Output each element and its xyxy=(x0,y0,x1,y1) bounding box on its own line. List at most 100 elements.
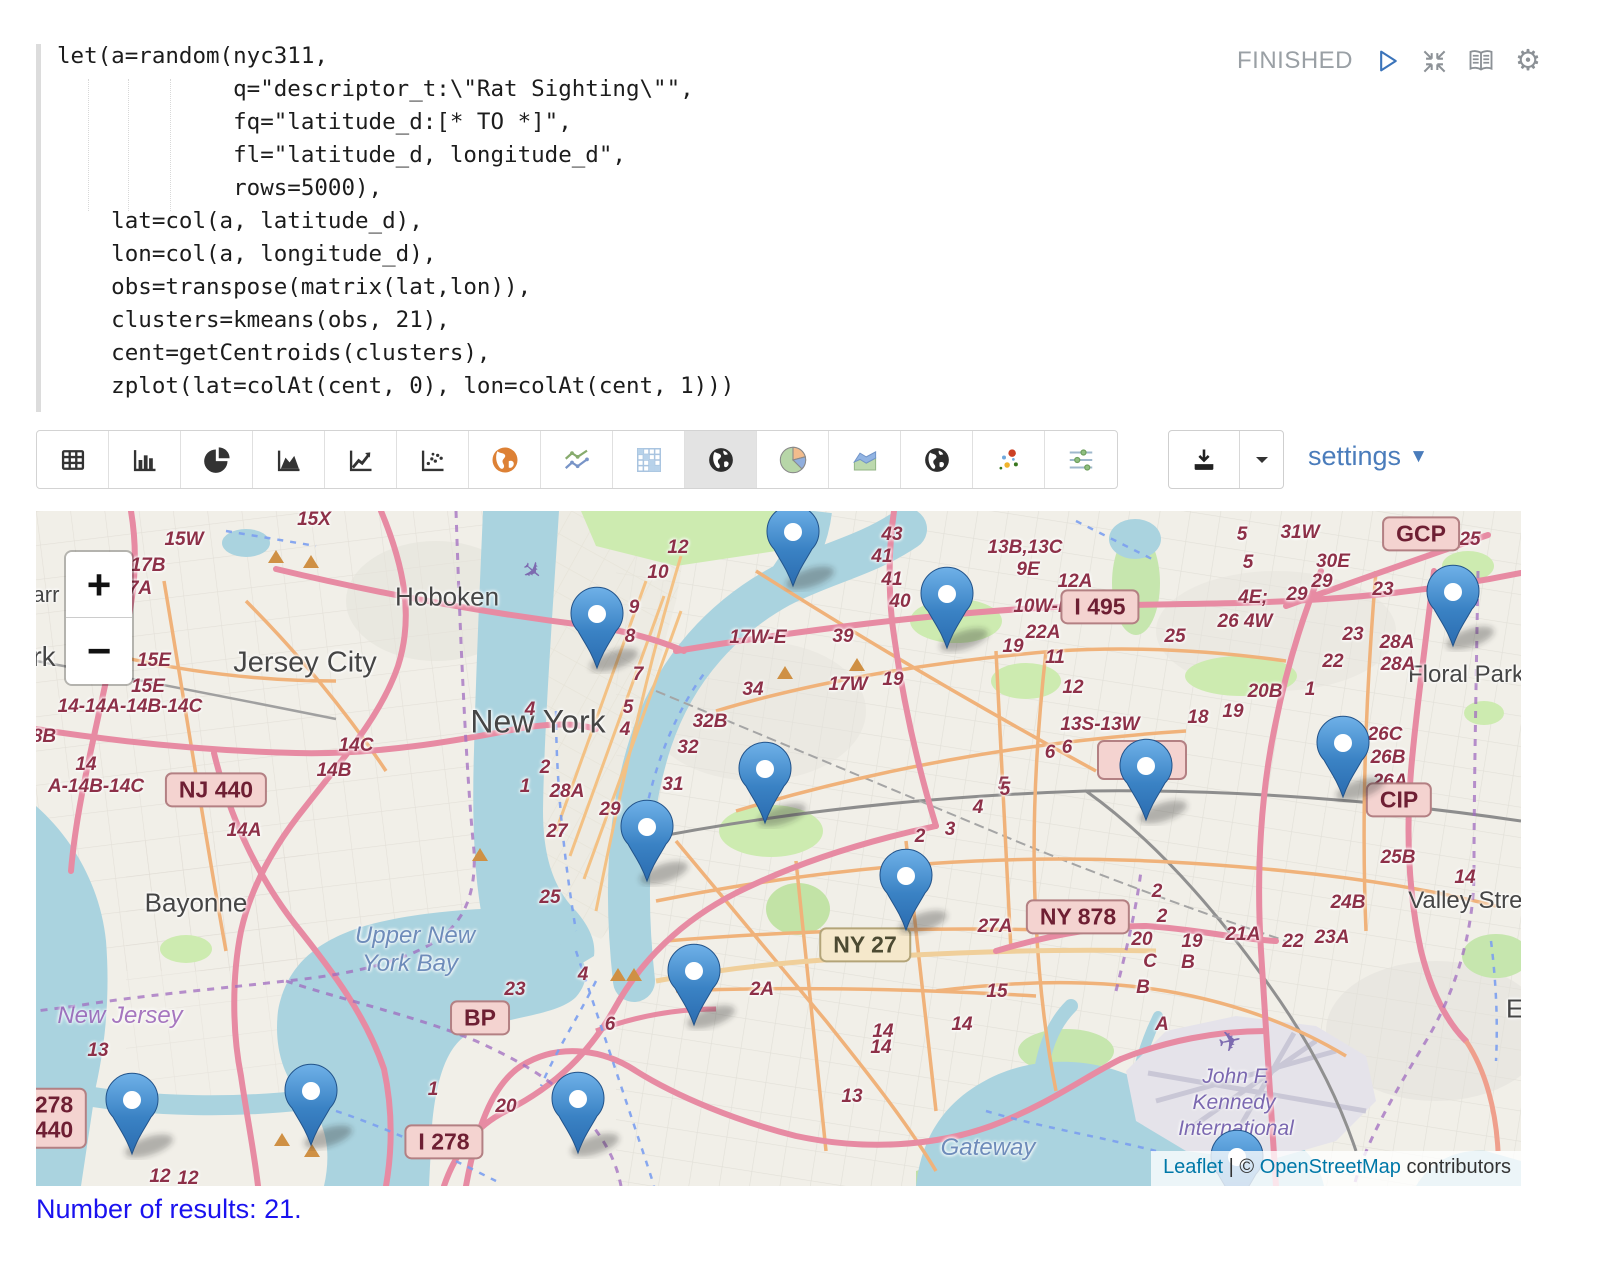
cluster-marker-pin[interactable] xyxy=(917,564,993,654)
map-exit-label: 24B xyxy=(1331,892,1366,914)
paragraph-gutter xyxy=(36,44,41,412)
cluster-marker-pin[interactable] xyxy=(617,797,693,887)
map-exit-label: 1 xyxy=(428,1079,439,1101)
map-exit-label: 25B xyxy=(1381,847,1416,869)
map-exit-label: 13B,13C xyxy=(988,537,1063,559)
map-exit-label: 1 xyxy=(1305,679,1316,701)
area-chart-icon[interactable] xyxy=(253,431,325,488)
leaflet-link[interactable]: Leaflet xyxy=(1163,1156,1223,1178)
map-exit-label: 4E; xyxy=(1238,587,1268,609)
attribution-separator: | © xyxy=(1223,1156,1260,1178)
map-exit-label: 40 xyxy=(889,591,910,613)
area-chart-color-icon[interactable] xyxy=(829,431,901,488)
map-water-label: Upper New xyxy=(355,922,475,950)
osm-link[interactable]: OpenStreetMap xyxy=(1260,1156,1401,1178)
map-exit-label: 14 xyxy=(872,1021,893,1043)
caret-down-icon[interactable] xyxy=(1239,431,1283,488)
map-exit-label: 15X xyxy=(297,511,331,531)
matrix-chart-icon[interactable] xyxy=(613,431,685,488)
leaflet-map[interactable]: ✈ ✈ HobokenJersey CityNew YorkBayonneFlo… xyxy=(36,511,1521,1186)
map-exit-label: 14 xyxy=(75,754,96,776)
map-exit-label: 19 xyxy=(1222,701,1243,723)
code-editor[interactable]: let(a=random(nyc311, q="descriptor_t:\"R… xyxy=(57,40,734,403)
map-exit-label: 23 xyxy=(504,979,525,1001)
map-exit-label: 14A xyxy=(227,820,262,842)
map-exit-label: 30E xyxy=(1316,551,1350,573)
map-exit-label: 12 xyxy=(149,1166,170,1186)
map-airport-label: Kennedy xyxy=(1193,1091,1276,1115)
scatter-plot-icon[interactable] xyxy=(397,431,469,488)
map-exit-label: 26 4W xyxy=(1218,611,1273,633)
map-exit-label: 15E xyxy=(131,676,165,698)
bar-chart-icon[interactable] xyxy=(109,431,181,488)
map-exit-label: 6 xyxy=(1062,737,1073,759)
cluster-marker-pin[interactable] xyxy=(1423,562,1499,652)
map-exit-label: 13 xyxy=(841,1086,862,1108)
map-exit-label: 43 xyxy=(881,524,902,546)
bubble-chart-icon[interactable] xyxy=(973,431,1045,488)
map-place-label: Floral Park xyxy=(1408,661,1521,689)
zoom-in-button[interactable]: + xyxy=(66,552,132,618)
cluster-marker-pin[interactable] xyxy=(102,1070,178,1160)
cluster-marker-pin[interactable] xyxy=(664,941,740,1031)
map-exit-label: 41 xyxy=(881,569,902,591)
pie-chart-icon[interactable] xyxy=(181,431,253,488)
map-exit-label: 2 xyxy=(915,826,926,848)
road-shield: GCP xyxy=(1382,516,1460,551)
map-exit-label: 10 xyxy=(647,562,668,584)
map-exit-label: 20B xyxy=(1248,681,1283,703)
cluster-marker-pin[interactable] xyxy=(567,584,643,674)
line-chart-icon[interactable] xyxy=(325,431,397,488)
map-exit-label: 8B xyxy=(36,726,56,748)
map-exit-label: B xyxy=(1136,977,1150,999)
map-exit-label: 4 xyxy=(973,797,984,819)
world-map2-icon[interactable] xyxy=(901,431,973,488)
multi-line-chart-icon[interactable] xyxy=(541,431,613,488)
cluster-marker-pin[interactable] xyxy=(548,1069,624,1159)
parallel-coordinates-icon[interactable] xyxy=(1045,431,1117,488)
paragraph-status: FINISHED xyxy=(1237,47,1353,75)
map-exit-label: 12 xyxy=(177,1168,198,1186)
map-exit-label: 29 xyxy=(1311,571,1332,593)
globe-orange-icon[interactable] xyxy=(469,431,541,488)
gear-icon[interactable]: ⚙ xyxy=(1513,46,1543,76)
map-overlay: HobokenJersey CityNew YorkBayonneFloral … xyxy=(36,511,1521,1186)
caret-down-icon: ▼ xyxy=(1409,446,1428,468)
map-exit-label: 20 xyxy=(1131,929,1152,951)
map-exit-label: 14-14A-14B-14C xyxy=(58,696,203,718)
cluster-marker-pin[interactable] xyxy=(1116,736,1192,826)
map-exit-label: 32 xyxy=(677,737,698,759)
collapse-icon[interactable] xyxy=(1419,46,1449,76)
world-map-icon[interactable] xyxy=(685,431,757,488)
map-exit-label: 25 xyxy=(539,887,560,909)
map-water-label: York Bay xyxy=(362,950,458,978)
zoom-out-button[interactable]: − xyxy=(66,618,132,684)
cluster-marker-pin[interactable] xyxy=(1313,713,1389,803)
map-exit-label: 39 xyxy=(832,626,853,648)
chart-type-toolbar xyxy=(36,430,1118,489)
cluster-marker-pin[interactable] xyxy=(763,511,839,592)
download-icon[interactable] xyxy=(1169,431,1239,488)
map-exit-label: 5 xyxy=(1237,524,1248,546)
map-exit-label: 21A xyxy=(1226,924,1261,946)
cluster-marker-pin[interactable] xyxy=(281,1061,357,1151)
map-place-label: Bayonne xyxy=(145,888,248,919)
map-exit-label: 27 xyxy=(546,821,567,843)
attribution-contributors: contributors xyxy=(1401,1156,1511,1178)
paragraph-status-bar: FINISHED ⚙ xyxy=(1237,46,1543,76)
cluster-marker-pin[interactable] xyxy=(876,846,952,936)
pie-chart-color-icon[interactable] xyxy=(757,431,829,488)
cluster-marker-pin[interactable] xyxy=(735,739,811,829)
settings-label: settings xyxy=(1308,441,1401,472)
run-icon[interactable] xyxy=(1372,46,1402,76)
settings-link[interactable]: settings ▼ xyxy=(1308,441,1428,472)
map-exit-label: 19 xyxy=(1002,636,1023,658)
road-shield: I 278 xyxy=(404,1124,483,1159)
map-exit-label: 2 xyxy=(1152,881,1163,903)
book-icon[interactable] xyxy=(1466,46,1496,76)
map-exit-label: 32B xyxy=(693,711,728,733)
map-exit-label: 25 xyxy=(1164,626,1185,648)
map-exit-label: 17B xyxy=(131,555,166,577)
table-icon[interactable] xyxy=(37,431,109,488)
map-exit-label: 15E xyxy=(137,650,171,672)
